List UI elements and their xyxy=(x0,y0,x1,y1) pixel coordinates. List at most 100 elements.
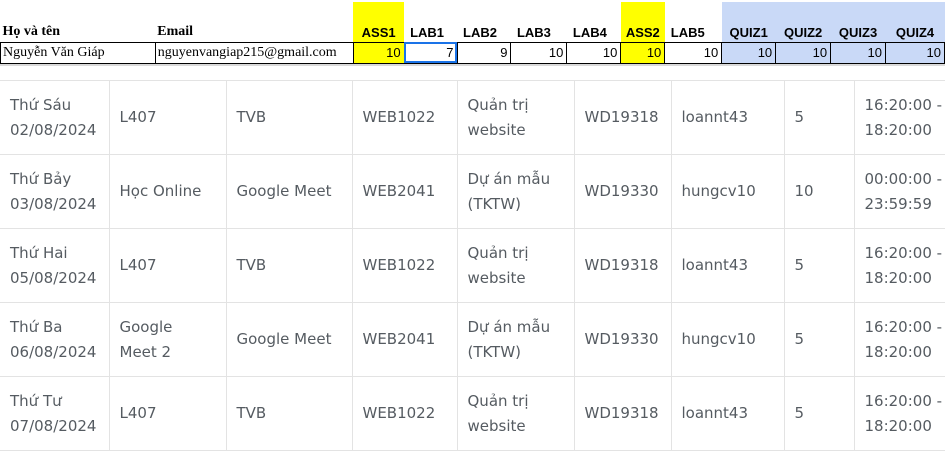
slot-number: 5 xyxy=(794,330,805,348)
cell-lab4[interactable]: 10 xyxy=(566,41,622,64)
cell-quiz3[interactable]: 10 xyxy=(830,41,886,64)
course-cell: WEB1022 xyxy=(352,228,458,303)
location-cell: TVB xyxy=(226,80,353,155)
header-lab1[interactable]: LAB1 xyxy=(404,2,457,42)
cell-ass2[interactable]: 10 xyxy=(620,41,666,64)
class-code: WD19330 xyxy=(584,182,659,200)
class-cell: WD19330 xyxy=(574,154,672,229)
day-cell: Thứ Bảy 03/08/2024 xyxy=(0,154,110,229)
schedule-row: Thứ Hai 05/08/2024 L407 TVB WEB1022 Quản … xyxy=(0,228,945,303)
time-cell: 16:20:00 - 18:20:00 xyxy=(854,376,945,451)
cell-lab1[interactable]: 7 xyxy=(403,41,458,64)
course-code: WEB1022 xyxy=(362,108,436,126)
schedule-row: Thứ Sáu 02/08/2024 L407 TVB WEB1022 Quản … xyxy=(0,80,945,155)
subject-cell: Quản trị website xyxy=(457,376,575,451)
subject-name: Dự án mẫu xyxy=(467,317,551,336)
cell-email[interactable]: nguyenvangiap215@gmail.com xyxy=(154,41,354,64)
header-email[interactable]: Email xyxy=(155,2,353,42)
date-label: 06/08/2024 xyxy=(10,342,97,361)
schedule-table: Thứ Sáu 02/08/2024 L407 TVB WEB1022 Quản … xyxy=(0,80,945,451)
time-end: 18:20:00 xyxy=(864,342,932,361)
time-cell: 16:20:00 - 18:20:00 xyxy=(854,302,945,377)
slot-cell: 5 xyxy=(784,376,855,451)
teacher-name: hungcv10 xyxy=(681,182,756,200)
location-cell: TVB xyxy=(226,376,353,451)
location-cell: Google Meet xyxy=(226,302,353,377)
slot-cell: 5 xyxy=(784,228,855,303)
subject-name-2: website xyxy=(467,120,526,139)
course-cell: WEB1022 xyxy=(352,376,458,451)
cell-quiz1[interactable]: 10 xyxy=(721,41,777,64)
header-lab4[interactable]: LAB4 xyxy=(567,2,621,42)
day-label: Thứ Tư xyxy=(10,391,62,410)
class-code: WD19318 xyxy=(584,108,659,126)
location-label: Google Meet xyxy=(236,182,332,200)
cell-lab2[interactable]: 9 xyxy=(456,41,512,64)
time-end: 18:20:00 xyxy=(864,416,932,435)
room-cell: Google Meet 2 xyxy=(109,302,227,377)
location-cell: Google Meet xyxy=(226,154,353,229)
day-label: Thứ Hai xyxy=(10,243,68,262)
date-label: 05/08/2024 xyxy=(10,268,97,287)
course-cell: WEB2041 xyxy=(352,154,458,229)
class-cell: WD19330 xyxy=(574,302,672,377)
room-label: Học Online xyxy=(119,182,202,200)
header-quiz1[interactable]: QUIZ1 xyxy=(721,2,776,42)
day-label: Thứ Sáu xyxy=(10,95,72,114)
date-label: 03/08/2024 xyxy=(10,194,97,213)
class-cell: WD19318 xyxy=(574,80,672,155)
subject-name: Quản trị xyxy=(467,243,529,262)
time-cell: 16:20:00 - 18:20:00 xyxy=(854,80,945,155)
teacher-name: loannt43 xyxy=(681,256,749,274)
header-ass2[interactable]: ASS2 xyxy=(620,2,665,42)
class-cell: WD19318 xyxy=(574,228,672,303)
room-cell: L407 xyxy=(109,80,227,155)
teacher-cell: loannt43 xyxy=(671,80,785,155)
location-label: TVB xyxy=(236,108,267,126)
course-code: WEB2041 xyxy=(362,182,436,200)
class-cell: WD19318 xyxy=(574,376,672,451)
cell-quiz2[interactable]: 10 xyxy=(775,41,832,64)
time-start: 16:20:00 - xyxy=(864,391,943,410)
cell-quiz4[interactable]: 10 xyxy=(885,41,945,64)
cell-lab3[interactable]: 10 xyxy=(510,41,568,64)
header-lab5[interactable]: LAB5 xyxy=(665,2,722,42)
subject-cell: Quản trị website xyxy=(457,80,575,155)
location-label: Google Meet xyxy=(236,330,332,348)
class-code: WD19318 xyxy=(584,404,659,422)
cell-lab5[interactable]: 10 xyxy=(664,41,723,64)
day-cell: Thứ Tư 07/08/2024 xyxy=(0,376,110,451)
location-label: TVB xyxy=(236,404,267,422)
teacher-cell: loannt43 xyxy=(671,228,785,303)
slot-number: 5 xyxy=(794,108,805,126)
course-code: WEB2041 xyxy=(362,330,436,348)
cell-name[interactable]: Nguyễn Văn Giáp xyxy=(0,41,156,64)
day-cell: Thứ Ba 06/08/2024 xyxy=(0,302,110,377)
cell-ass1[interactable]: 10 xyxy=(352,41,405,64)
header-name[interactable]: Họ và tên xyxy=(1,2,156,42)
header-ass1[interactable]: ASS1 xyxy=(353,2,405,42)
schedule-row: Thứ Tư 07/08/2024 L407 TVB WEB1022 Quản t… xyxy=(0,376,945,451)
schedule-body: Thứ Sáu 02/08/2024 L407 TVB WEB1022 Quản … xyxy=(0,80,945,451)
room-cell: Học Online xyxy=(109,154,227,229)
grade-data-row: Nguyễn Văn Giáp nguyenvangiap215@gmail.c… xyxy=(0,41,945,64)
course-code: WEB1022 xyxy=(362,256,436,274)
time-cell: 00:00:00 - 23:59:59 xyxy=(854,154,945,229)
sheet-divider xyxy=(0,64,945,66)
header-quiz4[interactable]: QUIZ4 xyxy=(885,2,945,42)
subject-name: Quản trị xyxy=(467,391,529,410)
room-label-2: Meet 2 xyxy=(119,342,172,361)
time-start: 16:20:00 - xyxy=(864,317,943,336)
subject-cell: Dự án mẫu (TKTW) xyxy=(457,154,575,229)
header-lab3[interactable]: LAB3 xyxy=(511,2,567,42)
teacher-name: loannt43 xyxy=(681,108,749,126)
teacher-name: loannt43 xyxy=(681,404,749,422)
header-quiz2[interactable]: QUIZ2 xyxy=(775,2,831,42)
time-start: 00:00:00 - xyxy=(864,169,943,188)
date-label: 02/08/2024 xyxy=(10,120,97,139)
time-end: 18:20:00 xyxy=(864,268,932,287)
subject-cell: Dự án mẫu (TKTW) xyxy=(457,302,575,377)
header-quiz3[interactable]: QUIZ3 xyxy=(830,2,886,42)
day-label: Thứ Ba xyxy=(10,317,63,336)
header-lab2[interactable]: LAB2 xyxy=(457,2,511,42)
